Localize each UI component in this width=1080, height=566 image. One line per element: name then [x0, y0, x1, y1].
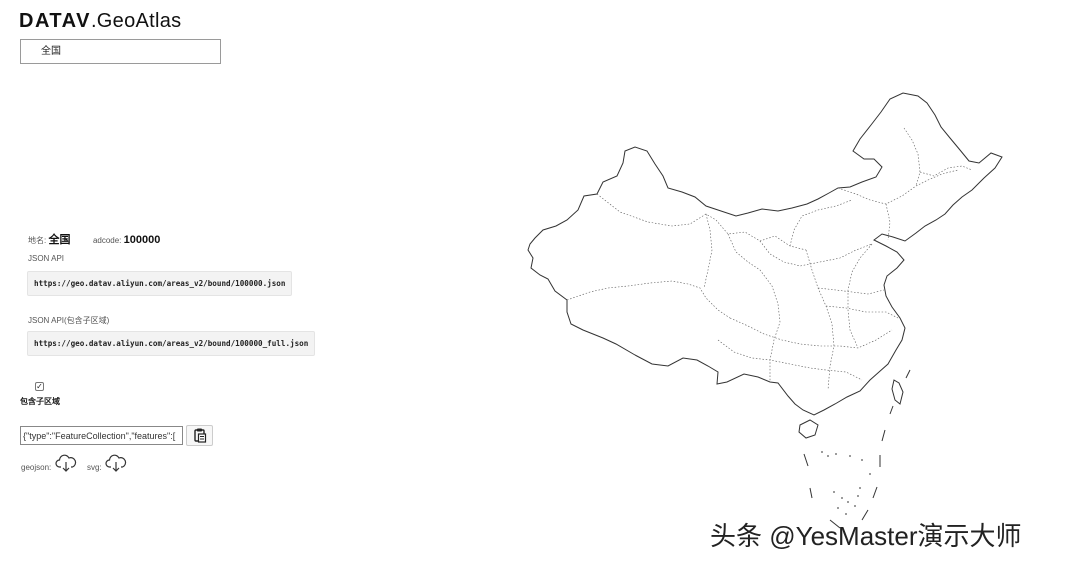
adcode-value: 100000: [123, 234, 161, 246]
include-subregion-label: 包含子区域: [20, 397, 60, 406]
svg-download-label: svg:: [87, 463, 102, 472]
datav-logo[interactable]: DATAV.GeoAtlas: [19, 10, 181, 33]
clipboard-icon: [194, 428, 207, 443]
china-map[interactable]: [520, 85, 1020, 555]
region-info: 地名: 全国 adcode: 100000: [28, 231, 160, 247]
watermark-text: 头条 @YesMaster演示大师: [710, 521, 1022, 551]
json-api-url[interactable]: https://geo.datav.aliyun.com/areas_v2/bo…: [27, 271, 293, 296]
include-subregion-checkbox[interactable]: ✓: [35, 382, 44, 391]
name-value: 全国: [48, 234, 71, 246]
svg-download-icon[interactable]: [105, 453, 127, 473]
copy-button[interactable]: [186, 425, 213, 446]
hainan: [798, 419, 819, 439]
json-api-label: JSON API: [28, 254, 65, 263]
islands: [821, 451, 871, 515]
geojson-download-icon[interactable]: [55, 453, 77, 473]
name-label: 地名:: [28, 236, 47, 245]
taiwan: [891, 379, 904, 405]
country-outline: [527, 92, 1003, 416]
json-api-full-url[interactable]: https://geo.datav.aliyun.com/areas_v2/bo…: [27, 331, 316, 356]
region-selector[interactable]: 全国: [20, 39, 221, 64]
adcode-label: adcode:: [92, 236, 122, 245]
geojson-text-field[interactable]: [20, 426, 183, 445]
geojson-download-label: geojson:: [21, 463, 52, 472]
json-api-full-label: JSON API(包含子区域): [28, 316, 110, 325]
